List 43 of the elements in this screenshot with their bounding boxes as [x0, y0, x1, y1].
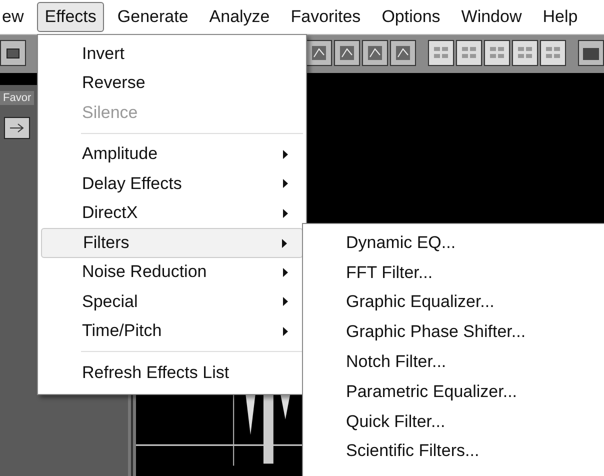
tool-icon	[393, 43, 413, 63]
tool-icon	[365, 43, 385, 63]
menu-item[interactable]: DirectX	[41, 198, 303, 228]
toolbar-button[interactable]	[456, 40, 482, 66]
menu-item[interactable]: Special	[41, 287, 303, 316]
toolbar-button[interactable]	[0, 40, 26, 66]
menu-bar-item[interactable]: Help	[534, 2, 586, 32]
menu-item[interactable]: FFT Filter...	[346, 258, 604, 288]
menu-bar-item[interactable]: Window	[453, 2, 530, 32]
toolbar-button[interactable]	[390, 40, 416, 66]
menu-item[interactable]: Graphic Phase Shifter...	[346, 317, 604, 348]
menu-bar-item[interactable]: ew	[0, 2, 32, 32]
toolbar-button[interactable]	[484, 40, 510, 66]
toolbar-button[interactable]	[512, 40, 538, 66]
menu-bar-item[interactable]: Generate	[109, 2, 196, 32]
toolbar-button[interactable]	[306, 40, 332, 66]
menu-item[interactable]: Time/Pitch	[41, 316, 303, 346]
menu-item[interactable]: Amplitude	[41, 140, 303, 169]
menu-item[interactable]: Parametric Equalizer...	[346, 376, 604, 407]
menu-item[interactable]: Scientific Filters...	[346, 436, 604, 466]
menu-bar-item[interactable]: Favorites	[282, 2, 369, 32]
panel-tab[interactable]: Favor	[0, 91, 34, 105]
tool-icon	[337, 43, 357, 63]
panel-button[interactable]	[4, 117, 30, 139]
menu-item[interactable]: Notch Filter...	[346, 347, 604, 377]
toolbar-button[interactable]	[334, 40, 360, 66]
menu-item[interactable]: Quick Filter...	[346, 406, 604, 437]
menu-bar-item[interactable]: Options	[374, 2, 448, 32]
toolbar-button[interactable]	[428, 40, 454, 66]
menu-bar-item[interactable]: Effects	[36, 2, 104, 32]
menu-item[interactable]: Invert	[41, 39, 303, 68]
toolbar-button[interactable]	[540, 40, 566, 66]
menu-item[interactable]: Graphic Equalizer...	[346, 288, 604, 318]
menu-item[interactable]: Reverse	[41, 68, 303, 98]
toolbar-button[interactable]	[578, 40, 604, 66]
menu-item[interactable]: Refresh Effects List	[41, 358, 303, 388]
toolbar-button[interactable]	[362, 40, 388, 66]
menu-item[interactable]: Noise Reduction	[41, 258, 303, 287]
tool-icon	[309, 43, 329, 63]
menu-item[interactable]: Delay Effects	[41, 169, 303, 198]
menu-item[interactable]: Filters	[41, 228, 303, 258]
menu-bar-item[interactable]: Analyze	[201, 2, 278, 32]
menu-item[interactable]: Dynamic EQ...	[346, 228, 604, 258]
